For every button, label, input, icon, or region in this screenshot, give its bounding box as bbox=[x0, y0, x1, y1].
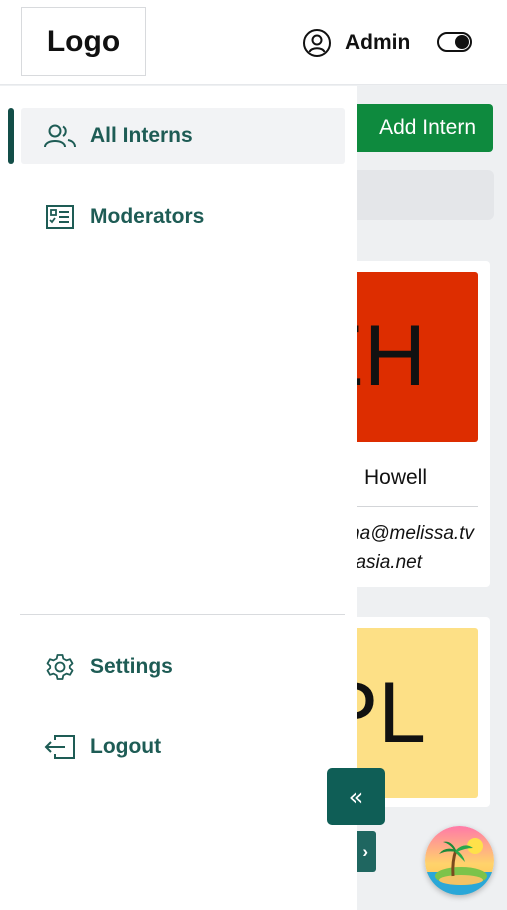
toggle-knob bbox=[455, 35, 469, 49]
top-header: Logo Admin bbox=[0, 0, 507, 85]
sidebar-item-moderators[interactable]: Moderators bbox=[21, 189, 345, 245]
add-intern-button[interactable]: Add Intern bbox=[340, 104, 493, 152]
intern-avatar: EH bbox=[340, 272, 478, 442]
collapse-sidebar-button[interactable]: « bbox=[327, 768, 385, 825]
user-circle-icon bbox=[303, 29, 331, 57]
sidebar-drawer: All Interns Moderators Settings Logout bbox=[0, 86, 357, 910]
active-indicator bbox=[8, 108, 14, 164]
add-intern-label: Add Intern bbox=[379, 116, 476, 139]
user-menu[interactable]: Admin bbox=[302, 27, 410, 59]
sidebar-item-logout[interactable]: Logout bbox=[21, 719, 345, 775]
logout-icon bbox=[43, 732, 77, 762]
sidebar-divider bbox=[20, 614, 345, 615]
logo[interactable]: Logo bbox=[21, 7, 146, 76]
id-card-icon bbox=[43, 202, 77, 232]
theme-toggle[interactable] bbox=[437, 32, 472, 52]
gear-icon bbox=[43, 652, 77, 682]
sidebar-item-settings[interactable]: Settings bbox=[21, 639, 345, 695]
beach-island-icon[interactable] bbox=[425, 826, 494, 895]
double-chevron-left-icon: « bbox=[348, 782, 364, 811]
sidebar-item-all-interns[interactable]: All Interns bbox=[21, 108, 345, 164]
card-divider bbox=[340, 506, 478, 507]
logo-text: Logo bbox=[46, 24, 121, 58]
sidebar-item-label: Moderators bbox=[90, 205, 205, 228]
chevron-right-icon: › bbox=[362, 841, 368, 861]
sidebar-item-label: Settings bbox=[90, 655, 173, 678]
user-name: Admin bbox=[345, 31, 411, 54]
sidebar-item-label: All Interns bbox=[90, 124, 193, 147]
users-icon bbox=[43, 121, 77, 151]
sidebar-item-label: Logout bbox=[90, 735, 162, 758]
